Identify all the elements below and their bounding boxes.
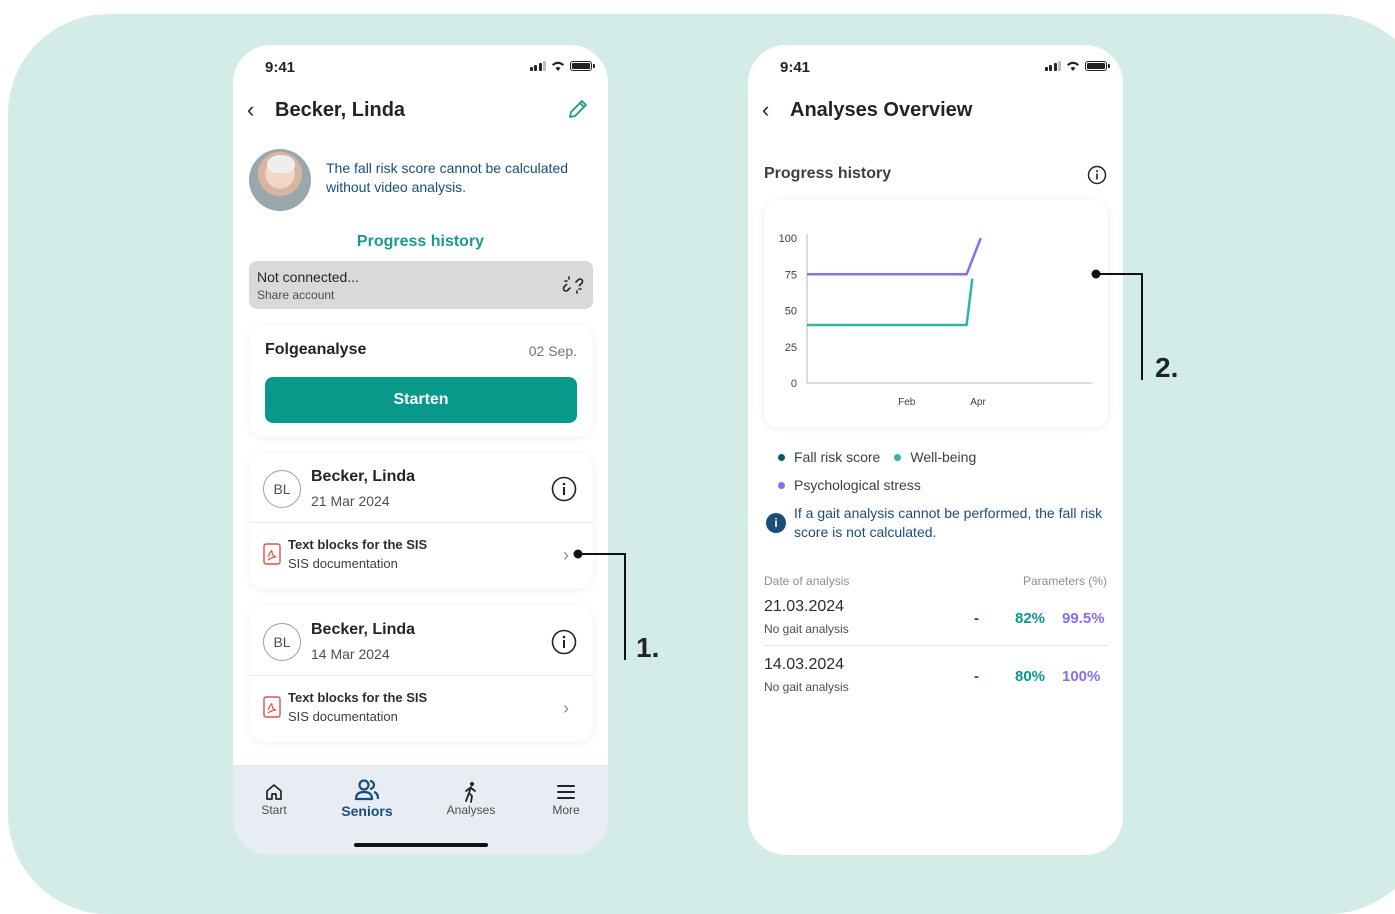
callout-label-2: 2. <box>1155 352 1179 383</box>
callout-label-1: 1. <box>636 632 660 663</box>
callout-lines <box>573 269 1143 660</box>
